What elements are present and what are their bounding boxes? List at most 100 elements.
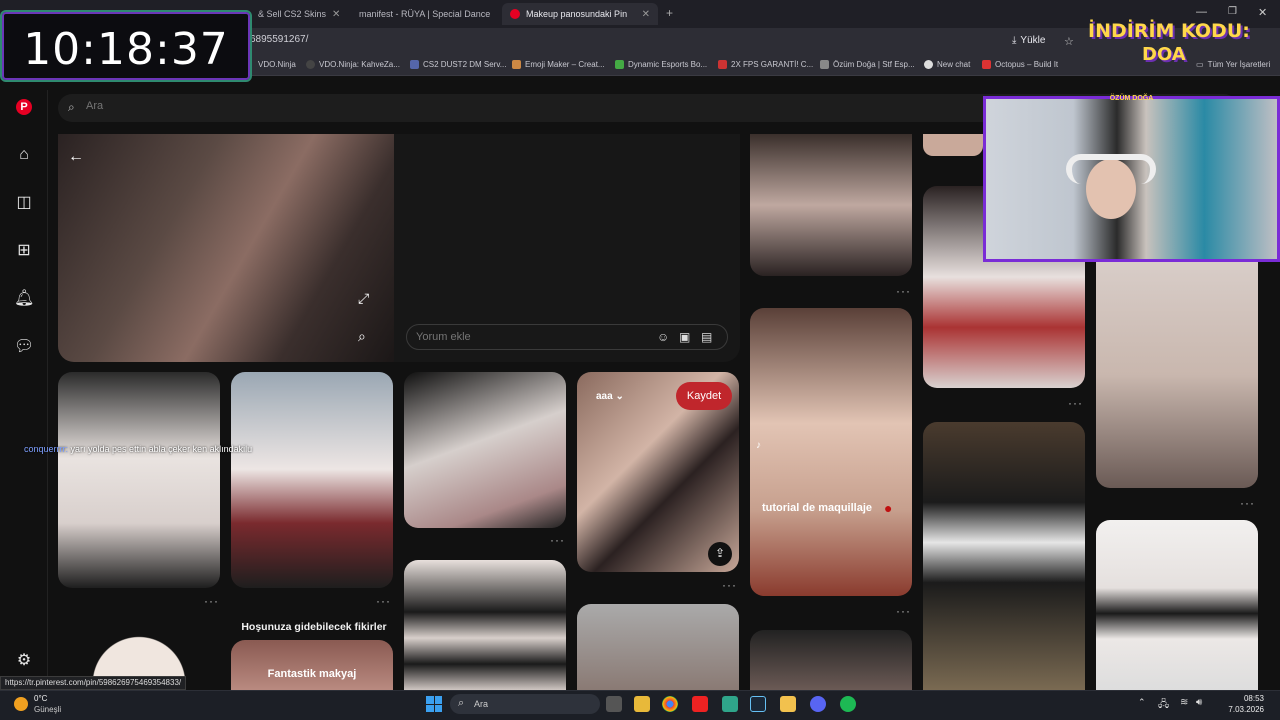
bookmark-label: VDO.Ninja: KahveZa...	[319, 60, 400, 69]
load-button[interactable]: ⤓ Yükle	[1012, 35, 1045, 46]
settings-icon[interactable]: ⚙	[14, 651, 34, 671]
back-arrow-icon[interactable]: ←	[68, 148, 92, 172]
network-icon[interactable]: 🖧︎	[1158, 697, 1169, 714]
suggestion-caption: Fantastik makyaj	[267, 668, 357, 680]
bookmark-star-icon[interactable]: ☆	[1064, 35, 1074, 48]
spotify-icon[interactable]	[840, 696, 856, 712]
steam-icon[interactable]	[750, 696, 766, 712]
file-explorer-icon[interactable]	[634, 696, 650, 712]
pin-image[interactable]	[750, 630, 912, 690]
close-window-button[interactable]: ✕	[1258, 6, 1267, 19]
suggestion-card[interactable]	[231, 640, 393, 690]
tray-chevron-icon[interactable]: ⌃	[1138, 697, 1146, 708]
webcam-overlay	[983, 96, 1280, 262]
more-options-icon[interactable]: ···	[1068, 396, 1083, 410]
discord-icon[interactable]	[810, 696, 826, 712]
visual-search-icon[interactable]: ⌕	[358, 328, 366, 345]
more-options-icon[interactable]: ···	[204, 594, 219, 608]
octopus-icon	[982, 60, 991, 69]
pin-image[interactable]	[923, 422, 1085, 690]
pin-image[interactable]	[1096, 262, 1258, 488]
notes-icon[interactable]	[780, 696, 796, 712]
search-icon: ⌕	[68, 100, 75, 114]
notifications-icon[interactable]: 🔔︎	[14, 289, 34, 309]
pin-closeup-image[interactable]: ← ⤢ ⌕	[58, 134, 394, 362]
bookmark-item[interactable]: VDO.Ninja: KahveZa...	[306, 60, 400, 69]
more-options-icon[interactable]: ···	[896, 284, 911, 298]
pin-image[interactable]	[404, 560, 566, 690]
pin-image[interactable]	[750, 308, 912, 596]
wifi-icon[interactable]: ≋	[1180, 697, 1188, 708]
weather-sun-icon[interactable]	[14, 697, 28, 711]
side-nav	[0, 90, 48, 690]
more-options-icon[interactable]: ···	[376, 594, 391, 608]
emoji-icon	[512, 60, 521, 69]
server-icon	[410, 60, 419, 69]
pin-image[interactable]	[404, 372, 566, 528]
all-bookmarks[interactable]: ▭ Tüm Yer İşaretleri	[1196, 60, 1270, 69]
board-label: aaa	[596, 391, 613, 402]
stream-chat-message: conquerrrr: yarı yolda pes ettin abla çe…	[24, 444, 252, 454]
bookmark-item[interactable]: CS2 DUST2 DM Serv...	[410, 60, 506, 69]
chat-icon	[924, 60, 933, 69]
bookmark-item[interactable]: 2X FPS GARANTİ! C...	[718, 60, 813, 69]
new-tab-button[interactable]: +	[666, 6, 673, 20]
suggestions-title: Hoşunuza gidebilecek fikirler	[241, 621, 387, 633]
boards-icon[interactable]: ◫	[14, 193, 34, 213]
pin-image[interactable]	[750, 134, 912, 276]
tab-makeup-pin[interactable]: Makeup panosundaki Pin ✕	[502, 3, 658, 25]
comment-input[interactable]	[416, 331, 636, 343]
pin-image[interactable]	[923, 134, 983, 156]
close-icon[interactable]: ✕	[642, 9, 650, 20]
chrome-icon[interactable]	[662, 696, 678, 712]
maximize-button[interactable]: ❐	[1228, 6, 1237, 17]
bookmark-item[interactable]: Octopus – Build It	[982, 60, 1058, 69]
pin-image[interactable]	[58, 372, 220, 588]
bookmark-item[interactable]: Dynamic Esports Bo...	[615, 60, 707, 69]
volume-icon[interactable]: 🔊︎	[1196, 697, 1202, 708]
more-options-icon[interactable]: ···	[1240, 496, 1255, 510]
youtube-icon[interactable]	[692, 696, 708, 712]
save-button[interactable]: Kaydet	[676, 382, 732, 410]
weather-desc: Güneşli	[34, 705, 62, 714]
pin-image[interactable]	[577, 604, 739, 690]
bookmark-item[interactable]: Özüm Doğa | Stf Esp...	[820, 60, 915, 69]
image-upload-icon[interactable]: ▤	[701, 330, 712, 344]
more-options-icon[interactable]: ···	[896, 604, 911, 618]
app-icon[interactable]	[722, 696, 738, 712]
close-icon[interactable]: ✕	[496, 9, 497, 20]
emoji-icon[interactable]: ☺	[657, 330, 669, 344]
tab-cs2-skins[interactable]: & Sell CS2 Skins ✕	[250, 3, 345, 25]
task-view-icon[interactable]	[606, 696, 622, 712]
minimize-button[interactable]: —	[1196, 6, 1207, 18]
bookmark-item[interactable]: New chat	[924, 60, 970, 69]
bookmark-item[interactable]: Emoji Maker – Creat...	[512, 60, 605, 69]
url-field[interactable]: 6895591267/	[250, 34, 308, 45]
close-icon[interactable]: ✕	[332, 9, 340, 20]
messages-icon[interactable]: 💬︎	[14, 337, 34, 357]
pin-caption: tutorial de maquillaje	[762, 502, 873, 514]
home-icon[interactable]: ⌂	[14, 145, 34, 165]
taskbar-search[interactable]	[450, 694, 600, 714]
more-options-icon[interactable]: ···	[722, 578, 737, 592]
chat-username: conquerrrr:	[24, 444, 69, 454]
status-url: https://tr.pinterest.com/pin/59862697546…	[0, 676, 187, 690]
tab-manifest[interactable]: manifest - RÜYA | Special Dance ✕	[345, 3, 497, 25]
pin-image[interactable]	[231, 372, 393, 588]
windows-start-icon[interactable]	[426, 696, 442, 712]
create-icon[interactable]: ⊞	[14, 241, 34, 261]
tab-label: & Sell CS2 Skins	[258, 9, 327, 19]
expand-icon[interactable]: ⤢	[358, 290, 369, 307]
pin-image[interactable]	[1096, 520, 1258, 690]
taskbar-time: 08:53	[1243, 694, 1264, 703]
tab-label: manifest - RÜYA | Special Dance	[359, 9, 491, 19]
bookmark-item[interactable]: VDO.Ninja	[258, 60, 296, 69]
search-input[interactable]	[86, 100, 386, 112]
clock-time: 10:18:37	[23, 24, 229, 75]
more-options-icon[interactable]: ···	[550, 533, 565, 547]
share-icon[interactable]: ⇪	[708, 542, 732, 566]
board-selector[interactable]: aaa ⌄	[596, 391, 624, 402]
weather-temp: 0°C	[34, 694, 48, 703]
pinterest-logo-icon[interactable]: P	[16, 99, 32, 115]
sticker-icon[interactable]: ▣	[679, 330, 690, 344]
